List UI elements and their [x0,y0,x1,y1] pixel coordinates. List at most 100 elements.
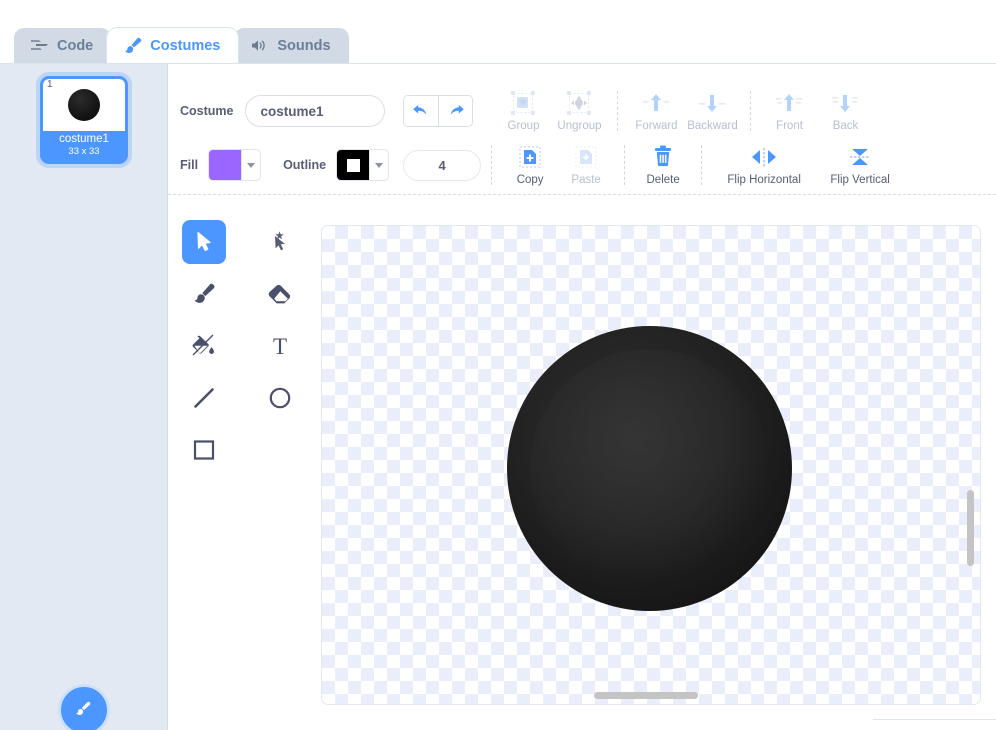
ungroup-icon [566,90,592,116]
forward-button[interactable]: Forward [628,90,684,132]
tool-circle[interactable] [258,376,302,420]
paste-icon [574,144,598,170]
fill-color-button[interactable] [208,149,262,181]
eraser-icon [268,284,291,304]
copy-icon [518,144,542,170]
ungroup-label: Ungroup [557,120,602,132]
group-icon [510,90,536,116]
costume-name-label: costume1 [59,133,109,145]
line-icon [194,388,214,408]
outline-color-button[interactable] [336,149,390,181]
undo-redo-group [403,95,474,127]
tab-code-label: Code [57,37,94,54]
tool-brush[interactable] [182,272,226,316]
front-label: Front [776,120,803,132]
flip-horizontal-button[interactable]: Flip Horizontal [712,144,816,186]
tool-fill[interactable] [182,324,226,368]
tab-costumes[interactable]: Costumes [107,28,239,63]
tab-bar: Code Costumes Sounds [0,28,996,64]
group-button[interactable]: Group [495,90,551,132]
outline-color-swatch [337,150,370,180]
flip-vertical-label: Flip Vertical [830,174,890,186]
code-blocks-icon [30,37,49,54]
toolbar-divider-3 [491,145,493,185]
fill-label: Fill [180,158,199,172]
canvas-vertical-scrollbar[interactable] [967,490,974,566]
forward-label: Forward [635,120,678,132]
group-label: Group [507,120,540,132]
undo-icon [413,104,427,115]
costume-name-input[interactable] [245,95,386,127]
tool-rectangle[interactable] [182,428,226,472]
copy-label: Copy [516,174,544,186]
toolbar-row-bottom: Fill Outline 4 Copy Paste Delete Flip Ho… [168,142,996,188]
redo-button[interactable] [438,96,473,126]
chevron-down-icon [241,150,260,180]
stroke-width-input[interactable] [403,149,482,181]
toolbar-divider-4 [624,145,626,185]
canvas-shape-circle[interactable] [507,326,792,611]
backward-icon [697,90,727,116]
paint-canvas[interactable] [321,225,981,705]
tool-palette: T [182,220,310,472]
delete-button[interactable]: Delete [635,144,691,186]
backward-button[interactable]: Backward [684,90,740,132]
paste-button[interactable]: Paste [558,144,614,186]
add-costume-icon [76,701,91,715]
canvas-horizontal-scrollbar[interactable] [594,692,698,699]
text-icon: T [273,334,287,358]
cursor-arrow-icon [197,231,211,252]
rectangle-icon [193,440,215,460]
costume-name-field-label: Costume [180,104,234,118]
tool-text[interactable]: T [258,324,302,368]
ungroup-button[interactable]: Ungroup [551,90,607,132]
flip-vertical-icon [847,144,873,170]
costume-list-item[interactable]: 1 costume1 33 x 33 [40,76,128,164]
tool-eraser[interactable] [258,272,302,316]
front-icon [774,90,804,116]
tab-costumes-label: Costumes [150,37,221,54]
costume-thumbnail: 1 [43,79,125,131]
costume-meta: costume1 33 x 33 [43,131,125,161]
costume-index: 1 [47,79,53,90]
reshape-icon [275,231,285,251]
tab-sounds[interactable]: Sounds [234,28,349,63]
copy-button[interactable]: Copy [502,144,558,186]
tool-select[interactable] [182,220,226,264]
paste-label: Paste [571,174,601,186]
delete-label: Delete [646,174,680,186]
back-icon [830,90,860,116]
costume-list-sidebar: 1 costume1 33 x 33 [0,64,168,730]
toolbar-divider-5 [701,145,703,185]
paint-bucket-icon [192,334,214,356]
add-costume-button[interactable] [58,684,110,730]
tool-reshape[interactable] [258,220,302,264]
outline-label: Outline [283,158,327,172]
fill-color-swatch [209,150,242,180]
undo-button[interactable] [404,96,439,126]
paint-editor-window: Code Costumes Sounds 1 costume1 33 x 33 … [0,0,996,730]
front-button[interactable]: Front [761,90,817,132]
paint-editor: Costume costume1 Group Ungroup Forward B… [168,64,996,730]
toolbar-bottom-divider [168,194,996,195]
toolbar-row-top: Costume costume1 Group Ungroup Forward B… [168,88,996,134]
chevron-down-icon [369,150,388,180]
circle-icon [269,387,291,409]
redo-icon [451,104,465,115]
paintbrush-icon [194,283,215,303]
svg-text:T: T [273,334,287,358]
back-button[interactable]: Back [817,90,873,132]
flip-vertical-button[interactable]: Flip Vertical [816,144,904,186]
paintbrush-icon [123,37,142,54]
back-label: Back [832,120,859,132]
costume-size-label: 33 x 33 [68,146,100,157]
tab-sounds-label: Sounds [277,37,331,54]
flip-horizontal-icon [749,144,779,170]
speaker-icon [250,37,269,54]
tool-line[interactable] [182,376,226,420]
tab-code[interactable]: Code [14,28,112,63]
forward-icon [641,90,671,116]
toolbar-divider-2 [750,91,752,131]
trash-icon [652,144,674,170]
flip-horizontal-label: Flip Horizontal [727,174,801,186]
